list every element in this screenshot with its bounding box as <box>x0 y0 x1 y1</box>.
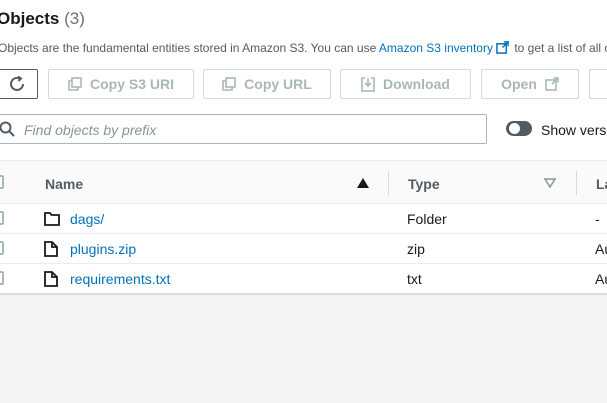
select-all-checkbox[interactable] <box>0 175 4 189</box>
row-checkbox[interactable] <box>0 241 4 255</box>
more-actions-button[interactable] <box>589 69 607 99</box>
external-link-icon <box>545 77 559 91</box>
page-title: Objects (3) <box>0 9 85 29</box>
download-button[interactable]: Download <box>340 69 471 99</box>
object-type: Folder <box>407 211 447 227</box>
copy-s3-uri-label: Copy S3 URI <box>89 76 174 92</box>
folder-icon <box>44 212 60 226</box>
column-header-name[interactable]: Name <box>45 176 83 192</box>
copy-icon <box>68 77 82 91</box>
show-versions-toggle[interactable] <box>506 121 532 136</box>
object-last-modified: Aug <box>595 241 607 257</box>
column-header-type[interactable]: Type <box>408 176 440 192</box>
external-link-icon <box>496 41 509 54</box>
table-row[interactable]: plugins.zip zip Aug <box>0 234 607 264</box>
object-last-modified: Aug <box>595 271 607 287</box>
table-row[interactable]: dags/ Folder - <box>0 204 607 234</box>
copy-s3-uri-button[interactable]: Copy S3 URI <box>48 69 194 99</box>
column-divider[interactable] <box>388 171 389 195</box>
objects-panel: Objects (3) Objects are the fundamental … <box>0 0 607 294</box>
refresh-button[interactable] <box>0 69 38 99</box>
object-type: txt <box>407 271 422 287</box>
objects-description: Objects are the fundamental entities sto… <box>0 41 607 55</box>
copy-icon <box>222 77 236 91</box>
refresh-icon <box>10 75 24 91</box>
search-icon <box>0 121 15 137</box>
open-button[interactable]: Open <box>481 69 579 99</box>
toggle-knob <box>509 123 520 134</box>
sort-ascending-icon[interactable] <box>357 178 369 188</box>
inventory-link[interactable]: Amazon S3 inventory <box>379 41 493 55</box>
column-divider[interactable] <box>576 171 577 195</box>
file-icon <box>44 271 58 287</box>
object-last-modified: - <box>595 211 600 227</box>
object-name-link[interactable]: dags/ <box>70 211 104 227</box>
description-suffix: to get a list of all objects in your buc… <box>514 41 607 55</box>
copy-url-label: Copy URL <box>244 76 312 92</box>
table-header: Name Type Last modified <box>0 160 607 204</box>
row-checkbox[interactable] <box>0 271 4 285</box>
copy-url-button[interactable]: Copy URL <box>203 69 331 99</box>
show-versions-label: Show versions <box>541 122 607 138</box>
object-name-link[interactable]: requirements.txt <box>70 271 170 287</box>
open-label: Open <box>501 76 537 92</box>
title-text: Objects <box>0 9 60 28</box>
download-label: Download <box>383 76 450 92</box>
search-box[interactable]: Find objects by prefix <box>0 114 487 144</box>
file-icon <box>44 241 58 257</box>
table-row[interactable]: requirements.txt txt Aug <box>0 264 607 293</box>
sort-icon[interactable] <box>544 178 556 188</box>
object-type: zip <box>407 241 425 257</box>
object-count: (3) <box>64 9 85 28</box>
row-checkbox[interactable] <box>0 211 4 225</box>
column-header-last-modified[interactable]: Last modified <box>596 176 607 192</box>
download-icon <box>361 76 375 92</box>
search-placeholder: Find objects by prefix <box>24 122 157 138</box>
description-prefix: Objects are the fundamental entities sto… <box>0 41 379 55</box>
object-name-link[interactable]: plugins.zip <box>70 241 136 257</box>
